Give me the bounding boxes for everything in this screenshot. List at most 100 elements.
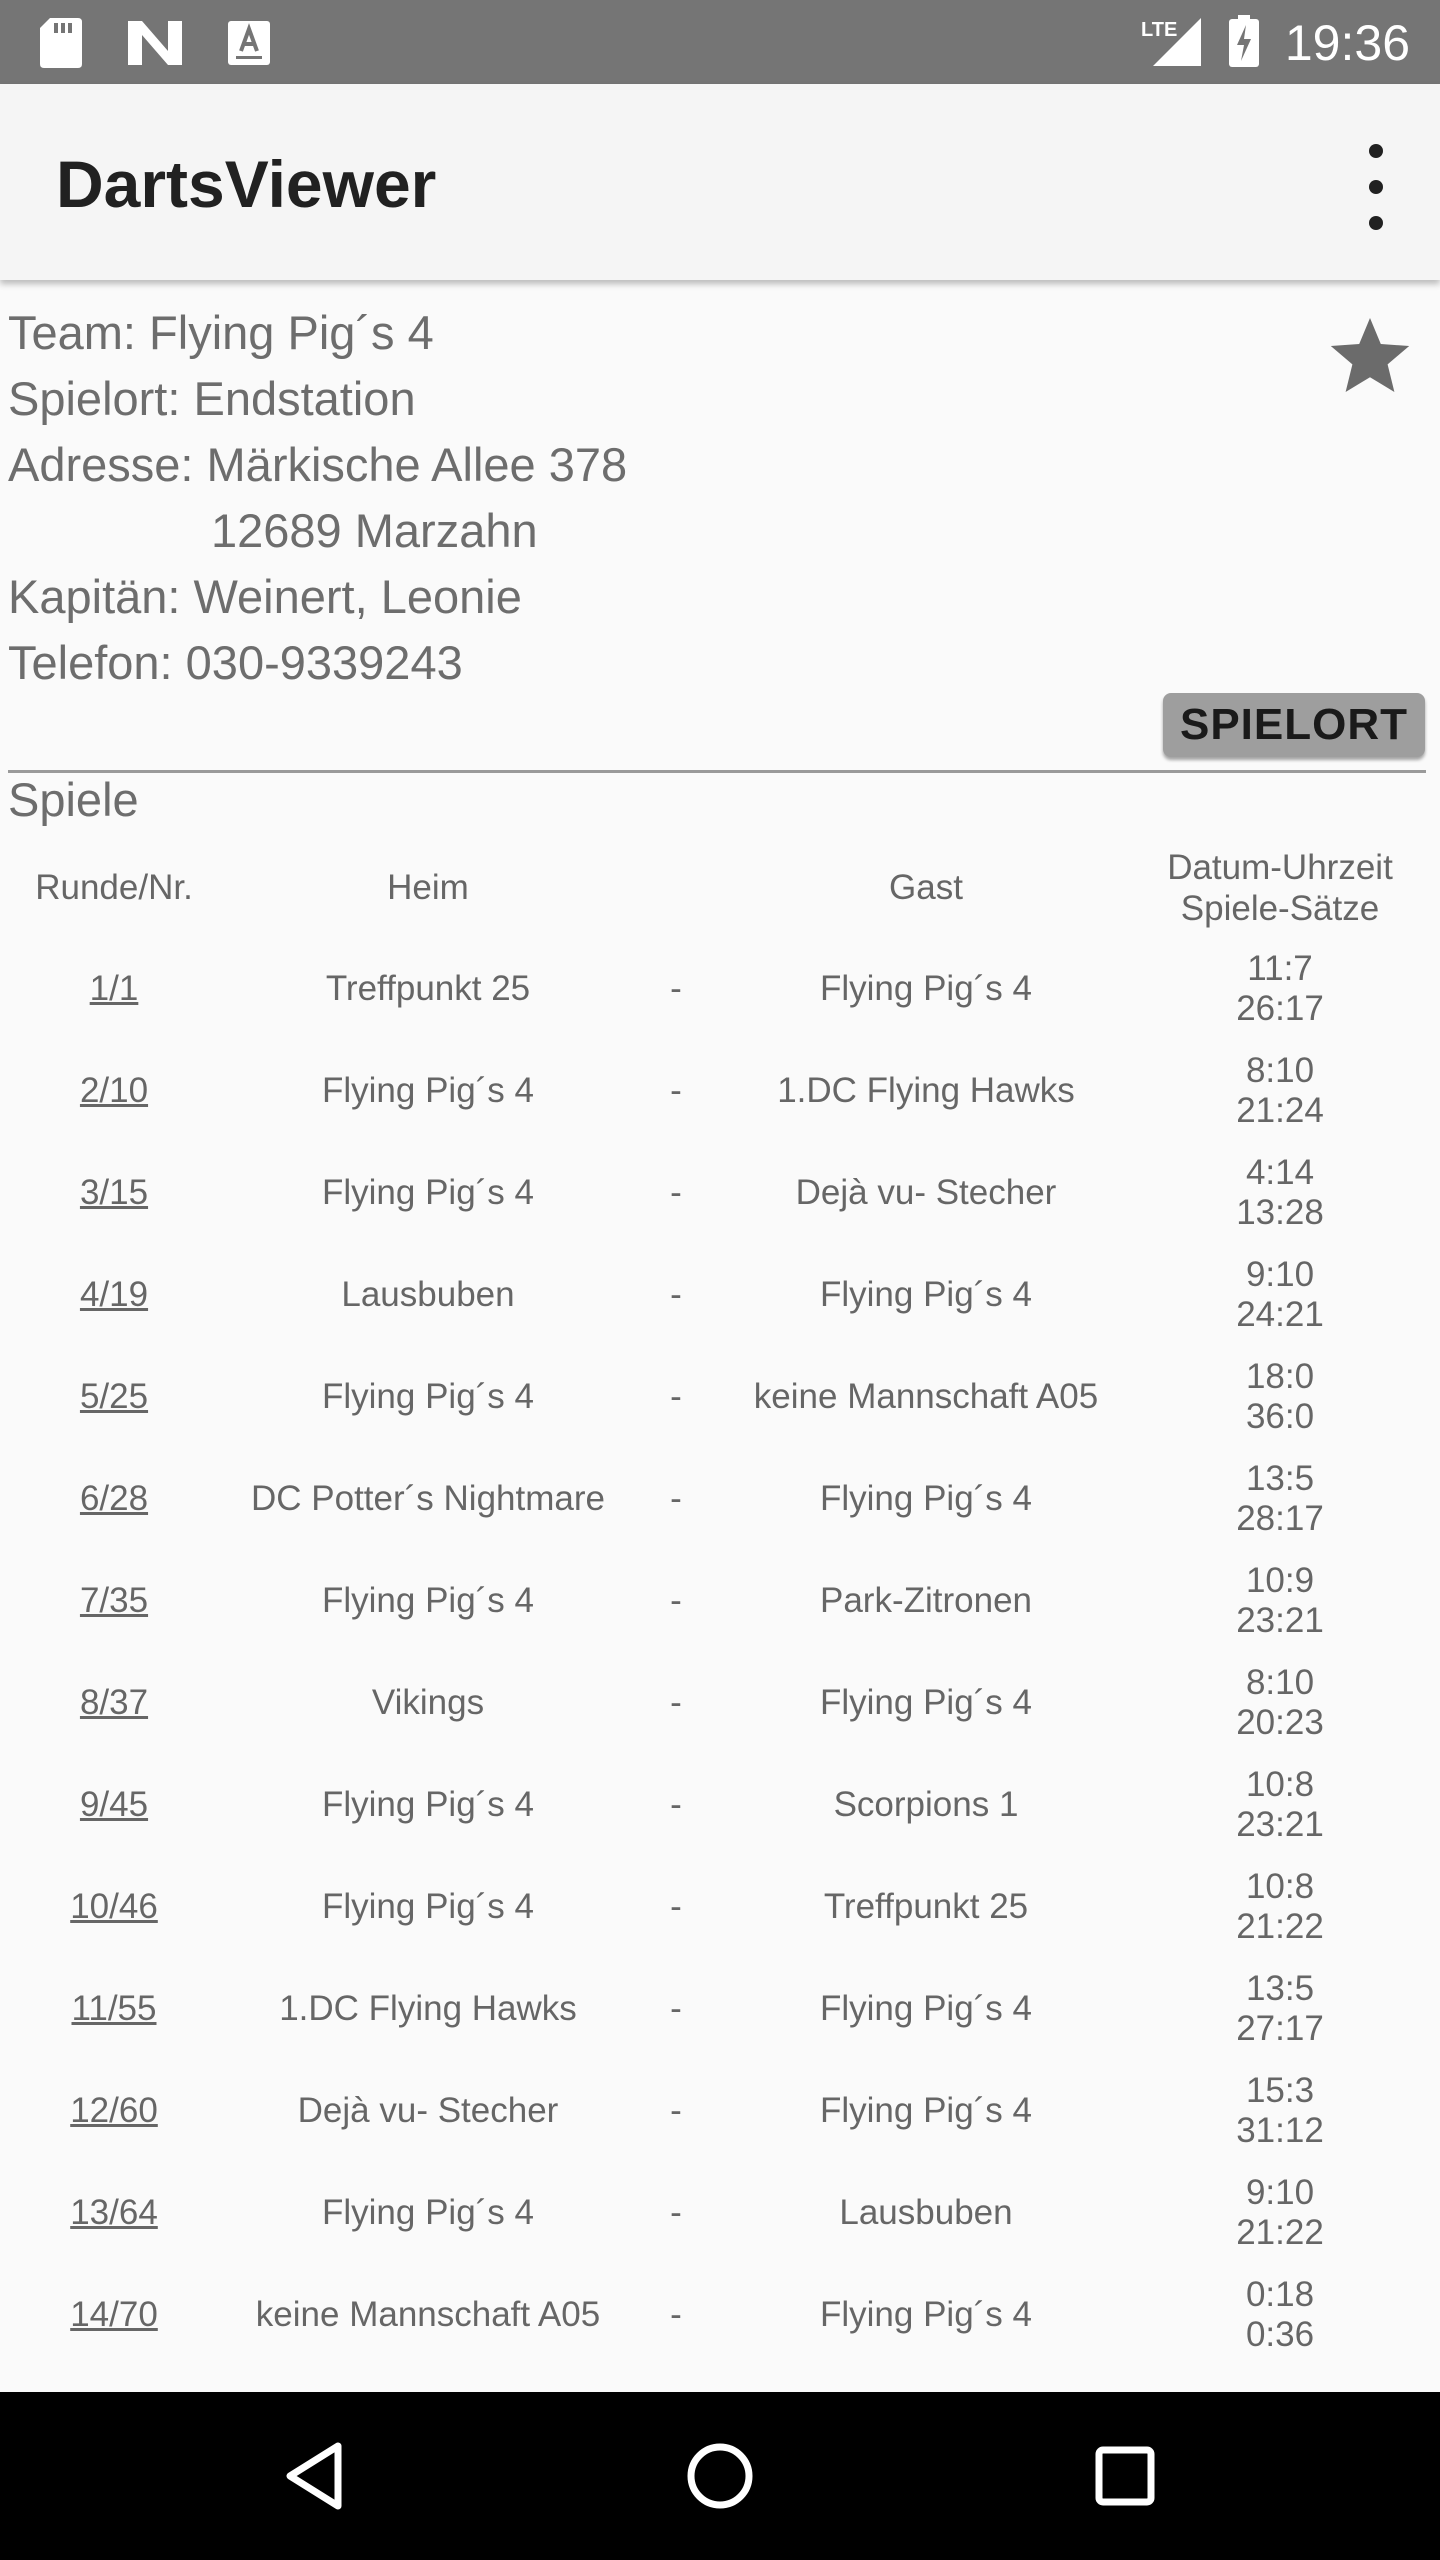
games-table: Runde/Nr. Heim Gast Datum-Uhrzeit Spiele… — [0, 838, 1440, 2366]
games-score: 0:18 — [1245, 2275, 1315, 2314]
round-link[interactable]: 10/46 — [14, 1856, 214, 1958]
round-link[interactable]: 2/10 — [14, 1040, 214, 1142]
address: Adresse: Märkische Allee 378 — [8, 438, 628, 491]
table-row: 12/60 Dejà vu- Stecher - Flying Pig´s 4 15:3… — [0, 2060, 1440, 2162]
round-link[interactable]: 12/60 — [14, 2060, 214, 2162]
separator: - — [670, 2193, 682, 2232]
table-header: Runde/Nr. Heim Gast Datum-Uhrzeit Spiele… — [0, 838, 1440, 938]
score: 10:8 21:22 — [1140, 1856, 1420, 1958]
games-score: 9:10 — [1245, 2173, 1315, 2212]
games-score: 11:7 — [1247, 949, 1313, 988]
guest-team: Scorpions 1 — [833, 1785, 1019, 1824]
score: 10:9 23:21 — [1140, 1550, 1420, 1652]
sets-score: 21:24 — [1236, 1091, 1324, 1130]
sets-score: 23:21 — [1236, 1601, 1324, 1640]
sets-score: 28:17 — [1236, 1499, 1324, 1538]
separator: - — [670, 2295, 682, 2334]
separator: - — [670, 1989, 682, 2028]
round-link[interactable]: 14/70 — [14, 2264, 214, 2366]
team-name: Team: Flying Pig´s 4 — [8, 306, 434, 359]
home-team: Lausbuben — [341, 1275, 515, 1314]
table-row: 9/45 Flying Pig´s 4 - Scorpions 1 10:8 23:21 — [0, 1754, 1440, 1856]
guest-team: 1.DC Flying Hawks — [777, 1071, 1075, 1110]
svg-text:LTE: LTE — [1141, 19, 1177, 41]
table-body: 1/1 Treffpunkt 25 - Flying Pig´s 4 11:7 26:17… — [0, 938, 1440, 2366]
round-link[interactable]: 5/25 — [14, 1346, 214, 1448]
guest-team: Treffpunkt 25 — [823, 1887, 1029, 1926]
app-bar: DartsViewer — [0, 84, 1440, 280]
round-link[interactable]: 9/45 — [14, 1754, 214, 1856]
home-team: DC Potter´s Nightmare — [251, 1479, 605, 1518]
table-row: 14/70 keine Mannschaft A05 - Flying Pig´s 4… — [0, 2264, 1440, 2366]
sets-score: 26:17 — [1236, 989, 1324, 1028]
address-city: 12689 Marzahn — [211, 504, 538, 557]
guest-team: Flying Pig´s 4 — [819, 1683, 1033, 1722]
round-link[interactable]: 8/37 — [14, 1652, 214, 1754]
score: 11:7 26:17 — [1140, 938, 1420, 1040]
round-link[interactable]: 7/35 — [14, 1550, 214, 1652]
table-row: 6/28 DC Potter´s Nightmare - Flying Pig´s 4… — [0, 1448, 1440, 1550]
table-row: 7/35 Flying Pig´s 4 - Park-Zitronen 10:9 23:2… — [0, 1550, 1440, 1652]
back-triangle-icon[interactable] — [276, 2436, 356, 2516]
sets-score: 27:17 — [1236, 2009, 1324, 2048]
spielort-button[interactable]: SPIELORT — [1163, 693, 1425, 757]
venue: Spielort: Endstation — [8, 372, 416, 425]
separator: - — [670, 1071, 682, 1110]
table-row: 13/64 Flying Pig´s 4 - Lausbuben 9:10 21:22 — [0, 2162, 1440, 2264]
team-info: Team: Flying Pig´s 4 Spielort: Endstatio… — [8, 300, 627, 696]
more-vert-icon[interactable] — [1352, 144, 1400, 230]
round-link[interactable]: 11/55 — [14, 1958, 214, 2060]
separator: - — [670, 1275, 682, 1314]
games-score: 8:10 — [1245, 1051, 1315, 1090]
header-datum-line1: Datum-Uhrzeit — [1167, 848, 1393, 887]
table-row: 2/10 Flying Pig´s 4 - 1.DC Flying Hawks 8:10… — [0, 1040, 1440, 1142]
home-team: Vikings — [371, 1683, 485, 1722]
recents-square-icon[interactable] — [1085, 2436, 1165, 2516]
section-title: Spiele — [8, 773, 139, 826]
star-icon[interactable] — [1322, 308, 1418, 404]
home-team: Dejà vu- Stecher — [297, 2091, 559, 2130]
divider — [8, 770, 1426, 773]
home-team: Flying Pig´s 4 — [321, 1173, 535, 1212]
app-title: DartsViewer — [56, 147, 437, 221]
round-link[interactable]: 1/1 — [14, 938, 214, 1040]
round-link[interactable]: 3/15 — [14, 1142, 214, 1244]
games-score: 18:0 — [1245, 1357, 1315, 1396]
round-link[interactable]: 4/19 — [14, 1244, 214, 1346]
games-score: 13:5 — [1245, 1969, 1315, 2008]
games-score: 13:5 — [1245, 1459, 1315, 1498]
separator: - — [670, 1173, 682, 1212]
score: 0:18 0:36 — [1140, 2264, 1420, 2366]
sets-score: 23:21 — [1236, 1805, 1324, 1844]
header-datum: Datum-Uhrzeit Spiele-Sätze — [1140, 838, 1420, 938]
n-notification-icon — [128, 21, 182, 70]
sd-card-icon — [40, 18, 82, 73]
separator: - — [670, 1785, 682, 1824]
separator: - — [670, 1581, 682, 1620]
table-row: 3/15 Flying Pig´s 4 - Dejà vu- Stecher 4:14 1… — [0, 1142, 1440, 1244]
score: 10:8 23:21 — [1140, 1754, 1420, 1856]
score: 18:0 36:0 — [1140, 1346, 1420, 1448]
status-bar: LTE 19:36 — [0, 0, 1440, 84]
sets-score: 20:23 — [1236, 1703, 1324, 1742]
games-score: 10:8 — [1245, 1867, 1315, 1906]
round-link[interactable]: 6/28 — [14, 1448, 214, 1550]
sets-score: 24:21 — [1236, 1295, 1324, 1334]
table-row: 8/37 Vikings - Flying Pig´s 4 8:10 20:23 — [0, 1652, 1440, 1754]
home-circle-icon[interactable] — [680, 2436, 760, 2516]
sets-score: 21:22 — [1236, 1907, 1324, 1946]
captain: Kapitän: Weinert, Leonie — [8, 570, 522, 623]
home-team: 1.DC Flying Hawks — [279, 1989, 577, 2028]
sets-score: 0:36 — [1245, 2315, 1315, 2354]
round-link[interactable]: 13/64 — [14, 2162, 214, 2264]
home-team: Flying Pig´s 4 — [321, 2193, 535, 2232]
guest-team: Flying Pig´s 4 — [819, 1989, 1033, 2028]
table-row: 5/25 Flying Pig´s 4 - keine Mannschaft A05 1… — [0, 1346, 1440, 1448]
table-row: 1/1 Treffpunkt 25 - Flying Pig´s 4 11:7 26:17 — [0, 938, 1440, 1040]
separator: - — [670, 1377, 682, 1416]
phone: Telefon: 030-9339243 — [8, 636, 463, 689]
games-score: 10:9 — [1245, 1561, 1315, 1600]
score: 15:3 31:12 — [1140, 2060, 1420, 2162]
separator: - — [670, 1683, 682, 1722]
header-datum-line2: Spiele-Sätze — [1180, 889, 1380, 928]
